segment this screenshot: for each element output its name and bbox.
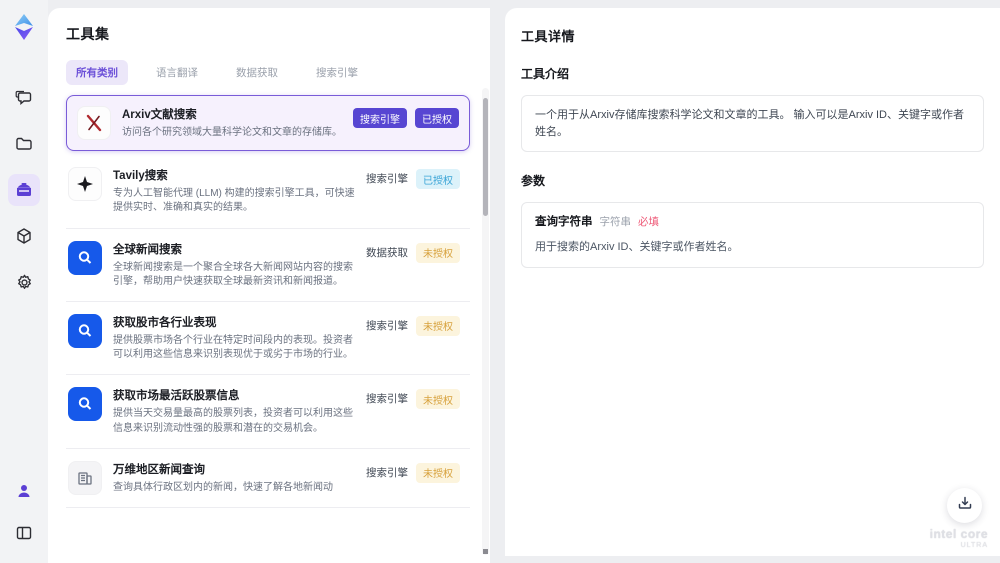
param-description: 用于搜索的Arxiv ID、关键字或作者姓名。 xyxy=(535,241,739,254)
tab-data-fetching[interactable]: 数据获取 xyxy=(226,60,288,85)
tool-description: 查询具体行政区划内的新闻，快速了解各地新闻动 xyxy=(113,481,333,493)
sidebar-item-models[interactable] xyxy=(8,220,40,252)
toolbox-icon xyxy=(15,181,33,199)
category-label: 搜索引擎 xyxy=(366,173,408,186)
settings-icon xyxy=(15,273,34,292)
app-sidebar xyxy=(0,0,48,563)
active-stocks-logo-icon xyxy=(68,387,102,422)
intel-core-sub-label: ULTRA xyxy=(960,542,988,549)
auth-status-badge: 已授权 xyxy=(415,108,459,128)
tool-name: Tavily搜索 xyxy=(113,170,168,183)
parameter-box: 查询字符串 字符串 必填 用于搜索的Arxiv ID、关键字或作者姓名。 xyxy=(521,202,984,268)
tool-name: Arxiv文献搜索 xyxy=(122,109,197,121)
download-icon xyxy=(957,495,973,516)
scrollbar-thumb[interactable] xyxy=(483,98,488,216)
tool-list: Arxiv文献搜索 访问各个研究领域大量科学论文和文章的存储库。 搜索引擎 已授… xyxy=(66,95,470,508)
sidebar-item-chat[interactable] xyxy=(8,82,40,114)
sidebar-item-tools[interactable] xyxy=(8,174,40,206)
intro-heading: 工具介绍 xyxy=(521,67,570,81)
category-tabs: 所有类别 语言翻译 数据获取 搜索引擎 xyxy=(66,60,470,85)
tool-list-item-most-active-stocks[interactable]: 获取市场最活跃股票信息 提供当天交易量最高的股票列表，投资者可以利用这些信息来识… xyxy=(66,375,470,449)
news-search-logo-icon xyxy=(68,240,102,275)
tool-detail-panel: 工具详情 工具介绍 一个用于从Arxiv存储库搜索科学论文和文章的工具。 输入可… xyxy=(505,8,1000,556)
tool-name: 获取股市各行业表现 xyxy=(113,316,217,329)
app-logo[interactable] xyxy=(9,12,39,42)
auth-status-badge: 未授权 xyxy=(416,315,460,336)
tab-search-engine[interactable]: 搜索引擎 xyxy=(306,60,368,85)
regional-news-icon xyxy=(68,460,102,495)
param-type: 字符串 xyxy=(599,216,632,228)
auth-status-badge: 未授权 xyxy=(416,462,460,483)
params-heading: 参数 xyxy=(521,174,546,188)
tool-description: 访问各个研究领域大量科学论文和文章的存储库。 xyxy=(122,127,342,138)
cube-icon xyxy=(15,227,33,245)
page-title: 工具集 xyxy=(66,26,110,42)
tool-intro-box: 一个用于从Arxiv存储库搜索科学论文和文章的工具。 输入可以是Arxiv ID… xyxy=(521,95,984,152)
intel-core-wordmark: intel core xyxy=(929,527,988,541)
arxiv-logo-icon xyxy=(77,106,111,140)
tool-description: 提供股票市场各个行业在特定时间段内的表现。投资者可以利用这些信息来识别表现优于或… xyxy=(113,334,353,361)
tool-name: 获取市场最活跃股票信息 xyxy=(113,390,240,403)
tool-description: 全球新闻搜索是一个聚合全球各大新闻网站内容的搜索引擎，帮助用户快速获取全球最新资… xyxy=(113,261,353,287)
sidebar-item-files[interactable] xyxy=(8,128,40,160)
sidebar-item-user[interactable] xyxy=(8,475,40,507)
category-label: 数据获取 xyxy=(366,246,408,259)
tool-list-item-regional-news[interactable]: 万维地区新闻查询 查询具体行政区划内的新闻，快速了解各地新闻动 搜索引擎 未授权 xyxy=(66,449,470,508)
tool-list-item-sector-performance[interactable]: 获取股市各行业表现 提供股票市场各个行业在特定时间段内的表现。投资者可以利用这些… xyxy=(66,302,470,376)
sidebar-item-settings[interactable] xyxy=(8,266,40,298)
category-label: 搜索引擎 xyxy=(366,393,408,406)
scrollbar-down-arrow[interactable] xyxy=(483,549,488,554)
auth-status-badge: 已授权 xyxy=(416,169,460,190)
tool-list-item-tavily[interactable]: Tavily搜索 专为人工智能代理 (LLM) 构建的搜索引擎工具，可快速提供实… xyxy=(66,155,470,229)
tool-list-item-arxiv[interactable]: Arxiv文献搜索 访问各个研究领域大量科学论文和文章的存储库。 搜索引擎 已授… xyxy=(66,95,470,152)
tools-list-panel: 工具集 所有类别 语言翻译 数据获取 搜索引擎 Arxiv文献搜索 访问各个研究… xyxy=(48,8,490,563)
tool-name: 万维地区新闻查询 xyxy=(113,463,205,476)
sparkle-icon xyxy=(68,167,102,202)
param-name: 查询字符串 xyxy=(535,216,593,228)
category-label: 搜索引擎 xyxy=(366,319,408,332)
detail-title: 工具详情 xyxy=(521,29,576,44)
sidebar-item-collapse[interactable] xyxy=(8,517,40,549)
panel-toggle-icon xyxy=(15,524,33,542)
tool-description: 提供当天交易量最高的股票列表，投资者可以利用这些信息来识别流动性强的股票和潜在的… xyxy=(113,408,353,434)
tool-name: 全球新闻搜索 xyxy=(113,243,182,256)
auth-status-badge: 未授权 xyxy=(416,389,460,410)
tool-intro-text: 一个用于从Arxiv存储库搜索科学论文和文章的工具。 输入可以是Arxiv ID… xyxy=(535,109,964,138)
download-button[interactable] xyxy=(947,488,982,523)
category-badge: 搜索引擎 xyxy=(353,108,407,128)
folder-icon xyxy=(15,135,33,153)
auth-status-badge: 未授权 xyxy=(416,242,460,263)
stock-sector-logo-icon xyxy=(68,313,102,348)
chat-icon xyxy=(15,89,33,107)
param-required-flag: 必填 xyxy=(638,216,659,228)
tab-language-translation[interactable]: 语言翻译 xyxy=(146,60,208,85)
tab-all-categories[interactable]: 所有类别 xyxy=(66,60,128,85)
tool-list-item-global-news[interactable]: 全球新闻搜索 全球新闻搜索是一个聚合全球各大新闻网站内容的搜索引擎，帮助用户快速… xyxy=(66,229,470,302)
user-icon xyxy=(15,482,33,500)
intel-core-logo: intel core ULTRA xyxy=(930,528,988,549)
category-label: 搜索引擎 xyxy=(366,466,408,479)
list-scrollbar[interactable] xyxy=(482,88,489,555)
tool-description: 专为人工智能代理 (LLM) 构建的搜索引擎工具，可快速提供实时、准确和真实的结… xyxy=(113,188,355,214)
